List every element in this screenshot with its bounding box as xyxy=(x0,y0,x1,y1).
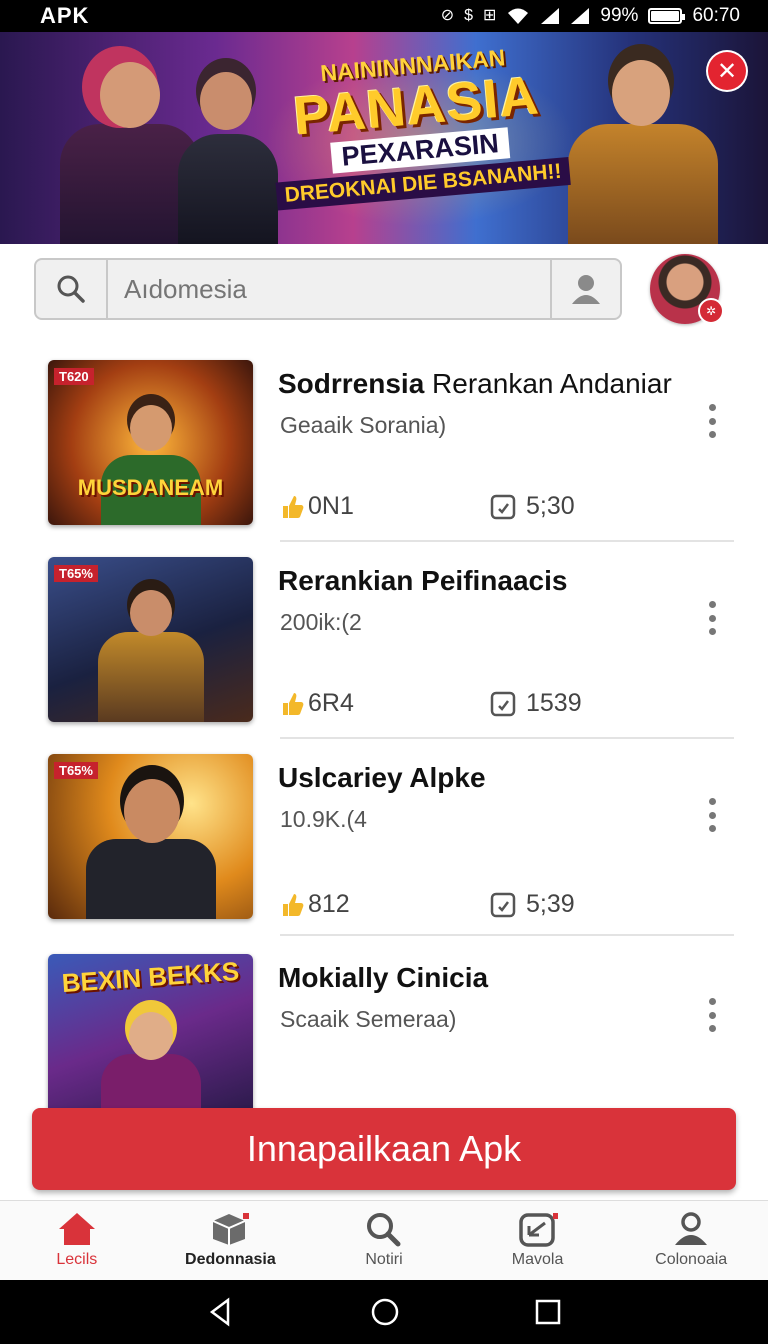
nav-item-box[interactable]: Dedonnasia xyxy=(154,1201,308,1280)
search-icon xyxy=(366,1213,401,1247)
nav-label: Notiri xyxy=(365,1251,403,1268)
user-icon[interactable] xyxy=(550,260,620,318)
item-title: Mokially Cinicia xyxy=(278,962,489,993)
clock: 60:70 xyxy=(692,5,740,26)
signal-icon-2 xyxy=(571,8,590,24)
nav-item-search[interactable]: Notiri xyxy=(307,1201,461,1280)
thumbnail-tag: T65% xyxy=(54,762,98,779)
clock-badge-icon xyxy=(490,494,516,519)
divider xyxy=(280,934,734,936)
game-thumbnail[interactable]: T65% xyxy=(48,754,253,919)
nav-item-profile[interactable]: Colonoaia xyxy=(614,1201,768,1280)
clock-badge-icon xyxy=(490,691,516,716)
game-thumbnail[interactable]: BEXIN BEKKS xyxy=(48,954,253,1114)
divider xyxy=(280,540,734,542)
list-item[interactable]: T65% Uslcariey Alpke 10.9K.(4 812 5;39 xyxy=(0,740,768,936)
install-apk-button[interactable]: Innapailkaan Apk xyxy=(32,1108,736,1190)
more-options-icon[interactable] xyxy=(700,798,724,832)
thumb-up-icon xyxy=(283,495,304,518)
divider xyxy=(280,737,734,739)
thumbnail-title-art: MUSDANEAM xyxy=(77,475,224,500)
box-icon xyxy=(212,1213,250,1245)
search-input[interactable] xyxy=(108,260,550,318)
wifi-icon xyxy=(508,8,529,24)
close-icon[interactable]: ✕ xyxy=(708,52,746,90)
thumbnail-tag: T65% xyxy=(54,565,98,582)
item-subtitle: 10.9K.(4 xyxy=(280,806,367,832)
clock-badge-icon xyxy=(490,892,516,917)
list-item[interactable]: BEXIN BEKKS Mokially Cinicia Scaaik Seme… xyxy=(0,940,768,1136)
nav-label: Colonoaia xyxy=(655,1251,728,1268)
item-time: 1539 xyxy=(490,689,582,718)
item-title: Uslcariey Alpke xyxy=(278,762,486,793)
home-circle-icon[interactable] xyxy=(369,1296,401,1328)
download-icon xyxy=(518,1213,558,1247)
search-bar[interactable] xyxy=(34,258,622,320)
notification-badge-icon: ✲ xyxy=(698,298,724,324)
nav-item-home[interactable]: Lecils xyxy=(0,1201,154,1280)
back-icon[interactable] xyxy=(206,1297,236,1327)
battery-icon xyxy=(648,8,686,24)
item-time: 5;39 xyxy=(490,890,575,919)
status-app-label: APK xyxy=(40,3,90,28)
battery-percent: 99% xyxy=(600,5,639,26)
recents-icon[interactable] xyxy=(534,1298,562,1326)
system-navigation-bar xyxy=(0,1280,768,1344)
thumbnail-tag: T620 xyxy=(54,368,94,385)
signal-icon xyxy=(541,8,560,24)
item-subtitle: 200іk:(2 xyxy=(280,609,362,635)
item-subtitle: Scaaik Semeraa) xyxy=(280,1006,457,1032)
no-sync-icon: ⊘ xyxy=(440,7,455,24)
nav-label: Mavola xyxy=(511,1251,564,1268)
game-thumbnail[interactable]: MUSDANEAM T620 xyxy=(48,360,253,525)
item-time: 5;30 xyxy=(490,492,575,521)
game-thumbnail[interactable]: T65% xyxy=(48,557,253,722)
bottom-navigation: Lecils Dedonnasia Notiri Mavola Colonoai… xyxy=(0,1200,768,1280)
more-options-icon[interactable] xyxy=(700,404,724,438)
list-item[interactable]: T65% Rerankian Peifinaacis 200іk:(2 6R4 … xyxy=(0,543,768,739)
status-bar: APK ⊘ $ ⊞ 99% 60:70 xyxy=(0,0,768,32)
home-icon xyxy=(58,1213,95,1245)
nav-item-downloads[interactable]: Mavola xyxy=(461,1201,615,1280)
item-stat: 0N1 xyxy=(280,492,354,521)
banner-headline: NAININNNAIKAN PANASIA PEXARASIN DREOKNAI… xyxy=(262,39,574,211)
search-icon[interactable] xyxy=(36,260,108,318)
item-title: Rerankian Peifinaacis xyxy=(278,565,568,596)
thumb-up-icon xyxy=(283,692,304,715)
status-indicators: ⊘ $ ⊞ 99% 60:70 xyxy=(441,5,740,27)
item-stat: 812 xyxy=(280,890,350,919)
item-title: Sodrrensia Rerankan Andaniar xyxy=(278,368,672,399)
list-item[interactable]: MUSDANEAM T620 Sodrrensia Rerankan Andan… xyxy=(0,346,768,542)
more-options-icon[interactable] xyxy=(700,601,724,635)
nfc-icon: ⊞ xyxy=(483,7,497,24)
more-options-icon[interactable] xyxy=(700,998,724,1032)
profile-icon xyxy=(675,1212,708,1245)
nav-label: Dedonnasia xyxy=(185,1251,276,1268)
avatar[interactable]: ✲ xyxy=(650,254,724,324)
nav-label: Lecils xyxy=(56,1251,98,1268)
item-stat: 6R4 xyxy=(280,689,354,718)
thumb-up-icon xyxy=(283,893,304,916)
promo-banner[interactable]: NAININNNAIKAN PANASIA PEXARASIN DREOKNAI… xyxy=(0,32,768,244)
item-subtitle: Geaaik Sorania) xyxy=(280,412,447,438)
currency-icon: $ xyxy=(464,7,474,24)
